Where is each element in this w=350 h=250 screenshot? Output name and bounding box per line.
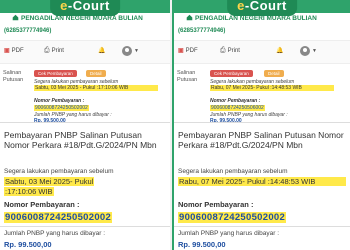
payment-card: Salinan Putusan Cek Pembayaran Detail Se… bbox=[174, 64, 350, 124]
document-type-label: Salinan Putusan bbox=[177, 70, 198, 83]
left-screenshot-panel: e-Court PENGADILAN NEGERI MUARA BULIAN (… bbox=[0, 0, 170, 250]
zoom-amount-value: Rp. 99.500,00 bbox=[178, 240, 226, 249]
zoom-payment-number: 9006008724250502002 bbox=[178, 212, 287, 223]
zoom-number-label: Nomor Pembayaran : bbox=[4, 200, 80, 209]
pdf-button[interactable]: ▣ PDF bbox=[178, 47, 198, 55]
user-avatar-icon bbox=[122, 46, 132, 56]
brand-header: e-Court bbox=[174, 0, 350, 16]
chevron-down-icon: ▼ bbox=[134, 48, 139, 54]
brand-header: e-Court bbox=[0, 0, 170, 16]
user-avatar-icon bbox=[300, 46, 310, 56]
zoom-payment-number: 9006008724250502002 bbox=[4, 212, 113, 223]
printer-icon: ⎙ bbox=[220, 47, 226, 54]
user-menu[interactable]: ▼ bbox=[122, 46, 139, 56]
court-phone: (6285377774946) bbox=[4, 28, 52, 34]
toolbar: ▣ PDF ⎙ Print 🔔 ▼ bbox=[174, 40, 350, 64]
court-name: PENGADILAN NEGERI MUARA BULIAN bbox=[186, 14, 317, 22]
divider bbox=[0, 122, 170, 123]
print-button[interactable]: ⎙ Print bbox=[44, 47, 64, 55]
payment-title: Pembayaran PNBP Salinan Putusan Nomor Pe… bbox=[178, 130, 344, 150]
zoom-divider bbox=[174, 226, 350, 227]
notification-button[interactable]: 🔔 bbox=[98, 47, 105, 54]
bell-icon: 🔔 bbox=[98, 48, 106, 54]
zoom-deadline-line-1: Sabtu, 03 Mei 2025- Pukul bbox=[4, 177, 95, 186]
document-type-label: Salinan Putusan bbox=[3, 70, 24, 83]
right-screenshot-panel: e-Court PENGADILAN NEGERI MUARA BULIAN (… bbox=[172, 0, 350, 250]
home-icon bbox=[12, 14, 19, 21]
toolbar: ▣ PDF ⎙ Print 🔔 ▼ bbox=[0, 40, 170, 64]
detail-button[interactable]: Detail bbox=[264, 70, 284, 77]
home-icon bbox=[186, 14, 193, 21]
zoom-amount-label: Jumlah PNBP yang harus dibayar : bbox=[4, 230, 106, 237]
zoom-amount-label: Jumlah PNBP yang harus dibayar : bbox=[178, 230, 280, 237]
user-menu[interactable]: ▼ bbox=[300, 46, 317, 56]
detail-button[interactable]: Detail bbox=[86, 70, 106, 77]
check-payment-button[interactable]: Cek Pembayaran bbox=[210, 70, 253, 77]
zoom-number-label: Nomor Pembayaran : bbox=[178, 200, 254, 209]
payment-number: 9006008724250502002 bbox=[34, 105, 89, 111]
printer-icon: ⎙ bbox=[44, 47, 50, 54]
check-payment-button[interactable]: Cek Pembayaran bbox=[34, 70, 77, 77]
zoom-payment-instruction: Segera lakukan pembayaran sebelum bbox=[4, 168, 114, 175]
payment-number-label: Nomor Pembayaran : bbox=[34, 98, 85, 104]
payment-title: Pembayaran PNBP Salinan Putusan Nomor Pe… bbox=[4, 130, 157, 150]
payment-number: 9006008724250506002 bbox=[210, 105, 265, 111]
zoomed-payment-detail: Pembayaran PNBP Salinan Putusan Nomor Pe… bbox=[174, 124, 350, 250]
zoom-deadline-line-2: :17:10:06 WIB bbox=[4, 187, 54, 196]
pdf-button[interactable]: ▣ PDF bbox=[4, 47, 24, 55]
court-phone: (6285377774946) bbox=[178, 28, 226, 34]
pdf-icon: ▣ bbox=[4, 48, 10, 54]
notification-button[interactable]: 🔔 bbox=[276, 47, 283, 54]
zoom-deadline: Rabu, 07 Mei 2025- Pukul :14:48:53 WIB bbox=[178, 177, 346, 186]
bell-icon: 🔔 bbox=[276, 48, 284, 54]
print-button[interactable]: ⎙ Print bbox=[220, 47, 240, 55]
zoom-amount-value: Rp. 99.500,00 bbox=[4, 240, 52, 249]
payment-card: Salinan Putusan Cek Pembayaran Detail Se… bbox=[0, 64, 170, 124]
chevron-down-icon: ▼ bbox=[312, 48, 317, 54]
zoom-payment-instruction: Segera lakukan pembayaran sebelum bbox=[178, 168, 288, 175]
payment-number-label: Nomor Pembayaran : bbox=[210, 98, 261, 104]
payment-deadline: Rabu, 07 Mei 2025- Pukul :14:48:53 WIB bbox=[210, 85, 334, 91]
court-name: PENGADILAN NEGERI MUARA BULIAN bbox=[12, 14, 143, 22]
zoom-divider bbox=[0, 226, 170, 227]
zoomed-payment-detail: Pembayaran PNBP Salinan Putusan Nomor Pe… bbox=[0, 124, 170, 250]
pdf-icon: ▣ bbox=[178, 48, 184, 54]
divider bbox=[174, 122, 350, 123]
payment-deadline: Sabtu, 03 Mei 2025 - Pukul :17:10:06 WIB bbox=[34, 85, 158, 91]
